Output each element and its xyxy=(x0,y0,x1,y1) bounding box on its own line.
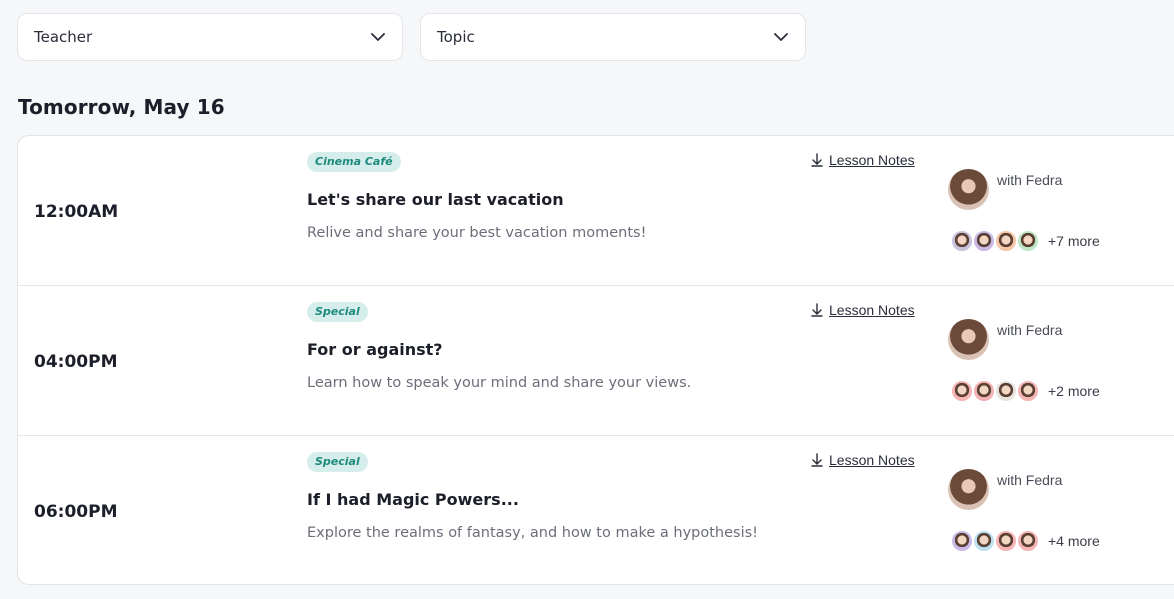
lesson-row[interactable]: 06:00PM Special If I had Magic Powers...… xyxy=(18,436,1174,584)
lesson-time: 04:00PM xyxy=(34,352,118,372)
teacher-info: with Fedra xyxy=(948,469,1062,510)
teacher-name: with Fedra xyxy=(997,471,1063,488)
lesson-row[interactable]: 04:00PM Special For or against? Learn ho… xyxy=(18,286,1174,436)
student-avatar xyxy=(994,529,1018,553)
student-avatars: +2 more xyxy=(950,379,1100,403)
download-icon xyxy=(811,303,823,317)
lesson-title: Let's share our last vacation xyxy=(307,190,564,209)
student-avatar xyxy=(1016,229,1040,253)
more-students-count: +7 more xyxy=(1048,233,1100,249)
teacher-name: with Fedra xyxy=(997,321,1063,338)
teacher-info: with Fedra xyxy=(948,319,1062,360)
lesson-notes-label: Lesson Notes xyxy=(829,302,915,318)
lesson-time: 12:00AM xyxy=(34,202,119,222)
lesson-tag: Cinema Café xyxy=(307,152,401,172)
teacher-avatar xyxy=(948,319,989,360)
teacher-name: with Fedra xyxy=(997,171,1063,188)
student-avatar xyxy=(950,529,974,553)
chevron-down-icon xyxy=(370,32,386,42)
lesson-list: 12:00AM Cinema Café Let's share our last… xyxy=(17,135,1174,585)
student-avatars: +7 more xyxy=(950,229,1100,253)
more-students-count: +2 more xyxy=(1048,383,1100,399)
student-avatar xyxy=(972,529,996,553)
lesson-description: Learn how to speak your mind and share y… xyxy=(307,375,692,391)
teacher-info: with Fedra xyxy=(948,169,1062,210)
teacher-avatar xyxy=(948,469,989,510)
teacher-select[interactable]: Teacher xyxy=(17,13,403,61)
lesson-notes-link[interactable]: Lesson Notes xyxy=(811,152,915,168)
date-heading: Tomorrow, May 16 xyxy=(18,95,225,119)
topic-select-label: Topic xyxy=(437,28,475,46)
more-students-count: +4 more xyxy=(1048,533,1100,549)
lesson-notes-link[interactable]: Lesson Notes xyxy=(811,452,915,468)
lesson-row[interactable]: 12:00AM Cinema Café Let's share our last… xyxy=(18,136,1174,286)
student-avatar xyxy=(1016,529,1040,553)
lesson-notes-label: Lesson Notes xyxy=(829,152,915,168)
lesson-tag: Special xyxy=(307,452,368,472)
student-avatar xyxy=(994,229,1018,253)
lesson-time: 06:00PM xyxy=(34,502,118,522)
student-avatar xyxy=(1016,379,1040,403)
lesson-description: Relive and share your best vacation mome… xyxy=(307,225,647,241)
topic-select[interactable]: Topic xyxy=(420,13,806,61)
download-icon xyxy=(811,153,823,167)
student-avatar xyxy=(994,379,1018,403)
student-avatars: +4 more xyxy=(950,529,1100,553)
lesson-notes-link[interactable]: Lesson Notes xyxy=(811,302,915,318)
chevron-down-icon xyxy=(773,32,789,42)
download-icon xyxy=(811,453,823,467)
student-avatar xyxy=(950,229,974,253)
lesson-title: If I had Magic Powers... xyxy=(307,490,519,509)
lesson-description: Explore the realms of fantasy, and how t… xyxy=(307,525,758,541)
lessons-page: Teacher Topic Tomorrow, May 16 12:00AM C… xyxy=(0,0,1174,599)
filter-bar: Teacher Topic xyxy=(17,13,806,61)
teacher-avatar xyxy=(948,169,989,210)
lesson-notes-label: Lesson Notes xyxy=(829,452,915,468)
lesson-tag: Special xyxy=(307,302,368,322)
student-avatar xyxy=(972,229,996,253)
student-avatar xyxy=(950,379,974,403)
student-avatar xyxy=(972,379,996,403)
teacher-select-label: Teacher xyxy=(34,28,93,46)
lesson-title: For or against? xyxy=(307,340,443,359)
